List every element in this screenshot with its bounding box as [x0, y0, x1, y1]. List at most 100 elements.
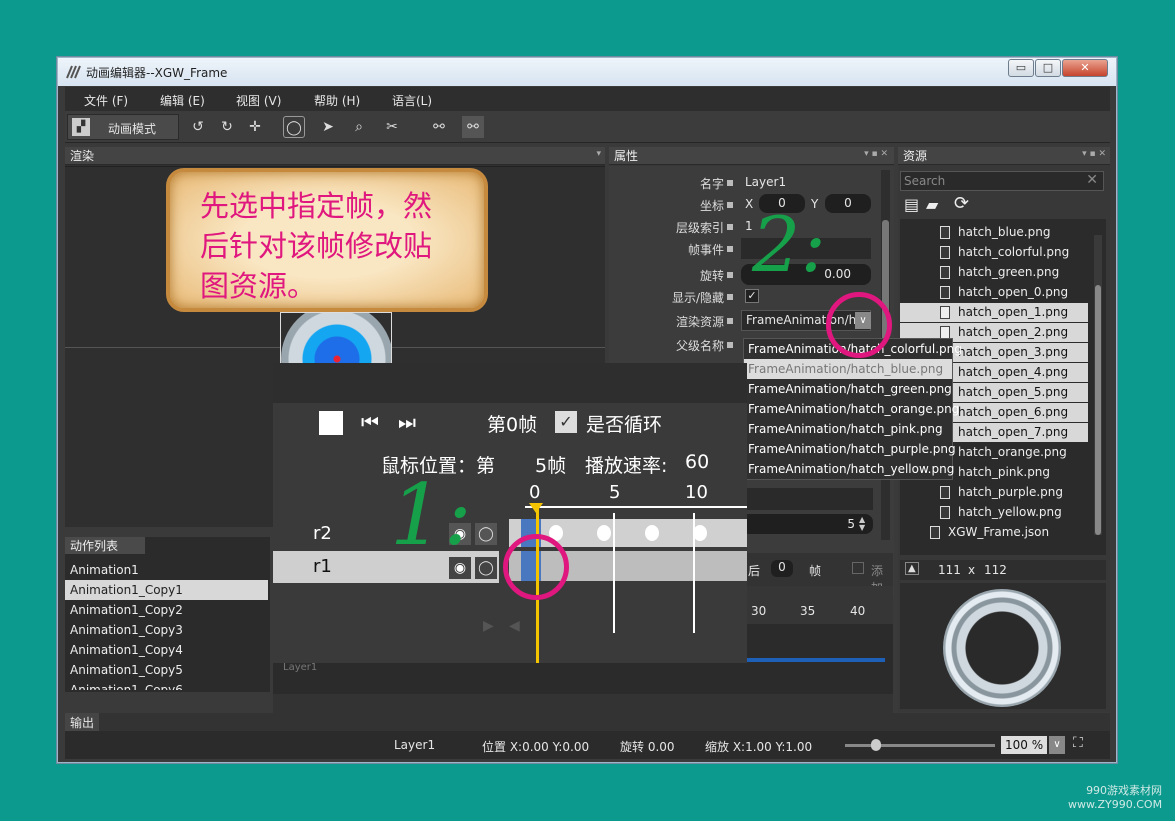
prop-marker-icon — [727, 294, 733, 300]
scrollbar-thumb[interactable] — [1095, 285, 1101, 535]
resource-file-name: hatch_open_1.png — [958, 305, 1069, 319]
action-list-item[interactable]: Animation1_Copy1 — [65, 580, 268, 600]
rotate-left-icon[interactable]: ↺ — [187, 116, 209, 138]
dropdown-option[interactable]: FrameAnimation/hatch_green.png — [744, 379, 952, 399]
prop-row-name: 名字 Layer1 — [609, 172, 879, 194]
prop-name-value[interactable]: Layer1 — [745, 175, 786, 189]
action-list: Animation1 Animation1_Copy1 Animation1_Cop… — [65, 560, 270, 690]
keyframe-dot[interactable] — [693, 525, 707, 541]
fit-view-icon[interactable]: ⛶ — [1073, 735, 1083, 751]
keyframe-dot[interactable] — [597, 525, 611, 541]
folder-icon[interactable]: ▰ — [926, 195, 938, 214]
instruction-line-1: 先选中指定帧，然 — [200, 189, 433, 223]
clear-search-icon[interactable]: ✕ — [1086, 172, 1098, 188]
next-frame-icon[interactable]: ⏭ — [398, 410, 416, 434]
action-list-item[interactable]: Animation1_Copy2 — [65, 600, 268, 620]
resource-file-name: hatch_purple.png — [958, 485, 1064, 499]
pointer-icon[interactable]: ➤ — [317, 116, 339, 138]
output-tab[interactable]: 输出 — [65, 713, 100, 731]
ik-chain-icon[interactable]: ⚯ — [428, 116, 450, 138]
resource-scrollbar[interactable] — [1094, 235, 1102, 535]
zoom-slider[interactable] — [845, 739, 995, 751]
dropdown-option[interactable]: FrameAnimation/hatch_pink.png — [744, 419, 952, 439]
dropdown-option[interactable]: FrameAnimation/hatch_blue.png — [744, 359, 952, 379]
search-placeholder: Search — [904, 174, 946, 188]
render-res-dropdown: FrameAnimation/hatch_colorful.png FrameAn… — [743, 338, 962, 480]
lock-icon[interactable]: ◯ — [475, 557, 497, 579]
menu-bar: 文件 (F) 编辑 (E) 视图 (V) 帮助 (H) 语言(L) — [65, 87, 1110, 111]
resource-file-name: hatch_open_2.png — [958, 325, 1069, 339]
resource-file-item[interactable]: hatch_open_0.png — [900, 283, 1088, 302]
resource-file-item[interactable]: hatch_open_1.png — [900, 303, 1088, 322]
prop-marker-icon — [727, 180, 733, 186]
minimize-button[interactable]: ▭ — [1008, 59, 1034, 77]
action-list-item[interactable]: Animation1_Copy4 — [65, 640, 268, 660]
maximize-button[interactable]: □ — [1035, 59, 1061, 77]
menu-file[interactable]: 文件 (F) — [84, 92, 128, 109]
prop-render-res-label: 渲染资源 — [675, 315, 724, 329]
action-list-item[interactable]: Animation1_Copy5 — [65, 660, 268, 680]
dropdown-option[interactable]: FrameAnimation/hatch_purple.png — [744, 439, 956, 459]
loop-checkbox[interactable]: ✓ — [555, 411, 577, 433]
add-checkbox[interactable] — [852, 562, 864, 574]
crosshair-icon[interactable]: ✛ — [244, 116, 266, 138]
resource-file-item[interactable]: hatch_yellow.png — [900, 503, 1088, 522]
chevron-down-icon[interactable]: ∨ — [1049, 736, 1065, 754]
action-list-header: 动作列表 — [65, 537, 145, 555]
y-input[interactable]: 0 — [825, 194, 871, 213]
first-frame-icon[interactable]: ⏮ — [361, 410, 379, 434]
new-file-icon[interactable]: ▤ — [904, 195, 919, 214]
prop-field-blank[interactable] — [741, 488, 873, 510]
instruction-note: 先选中指定帧，然 后针对该帧修改贴 图资源。 — [166, 168, 488, 312]
menu-view[interactable]: 视图 (V) — [236, 92, 281, 109]
menu-language[interactable]: 语言(L) — [392, 92, 432, 109]
spin-arrows-icon[interactable]: ▲ ▼ — [859, 516, 865, 532]
scroll-right-icon[interactable]: ▶ — [483, 618, 494, 634]
file-icon — [940, 306, 950, 319]
panel-menu-icon[interactable]: ▾ — [596, 149, 601, 159]
select-circle-icon[interactable]: ◯ — [283, 116, 305, 138]
overlay-top-strip — [273, 363, 747, 403]
watermark-line-2: www.ZY990.COM — [1068, 798, 1163, 811]
mode-selector[interactable]: ▞ 动画模式 — [67, 114, 179, 140]
prop-row-rotation: 旋转 0.00 — [609, 264, 879, 286]
speed-value[interactable]: 60 — [685, 451, 709, 473]
visible-checkbox[interactable]: ✓ — [745, 289, 759, 303]
dropdown-option[interactable]: FrameAnimation/hatch_yellow.png — [744, 459, 954, 479]
action-list-item[interactable]: Animation1_Copy6 — [65, 680, 268, 690]
zoom-icon[interactable]: ⌕ — [348, 116, 370, 138]
lock-icon[interactable]: ◯ — [475, 523, 497, 545]
menu-edit[interactable]: 编辑 (E) — [160, 92, 205, 109]
bone-icon[interactable]: ✂ — [381, 116, 403, 138]
prop-visible-label: 显示/隐藏 — [671, 291, 724, 305]
resource-file-name: hatch_yellow.png — [958, 505, 1062, 519]
hatch-preview-image — [943, 589, 1061, 707]
resource-file-item[interactable]: hatch_purple.png — [900, 483, 1088, 502]
resource-file-item[interactable]: hatch_colorful.png — [900, 243, 1088, 262]
close-button[interactable]: ✕ — [1062, 59, 1108, 77]
keyframe-dot[interactable] — [645, 525, 659, 541]
rotate-right-icon[interactable]: ↻ — [216, 116, 238, 138]
dropdown-option[interactable]: FrameAnimation/hatch_orange.png — [744, 399, 959, 419]
app-logo-icon — [65, 64, 81, 80]
scroll-left-icon[interactable]: ◀ — [509, 618, 520, 634]
resource-file-item[interactable]: hatch_green.png — [900, 263, 1088, 282]
zoom-input[interactable]: 100 % — [1001, 736, 1047, 754]
refresh-icon[interactable]: ⟳ — [954, 193, 969, 214]
resource-file-item[interactable]: hatch_blue.png — [900, 223, 1088, 242]
ik-chain-active-icon[interactable]: ⚯ — [462, 116, 484, 138]
after-spinbox[interactable]: 0 — [771, 560, 793, 577]
file-icon — [940, 226, 950, 239]
panel-close-icon[interactable]: ▾ ▪ ✕ — [1082, 149, 1106, 159]
collapse-icon[interactable]: ▲ — [905, 562, 919, 575]
zoom-slider-handle[interactable] — [871, 739, 881, 751]
frames-spinbox[interactable]: 5 — [741, 514, 873, 534]
stop-button[interactable] — [319, 411, 343, 435]
panel-close-icon[interactable]: ▾ ▪ ✕ — [864, 149, 888, 159]
resource-file-item[interactable]: XGW_Frame.json — [900, 523, 1088, 542]
menu-help[interactable]: 帮助 (H) — [314, 92, 360, 109]
action-list-item[interactable]: Animation1_Copy3 — [65, 620, 268, 640]
action-list-item[interactable]: Animation1 — [65, 560, 268, 580]
resource-preview — [900, 583, 1106, 709]
search-input[interactable]: Search ✕ — [900, 171, 1104, 191]
